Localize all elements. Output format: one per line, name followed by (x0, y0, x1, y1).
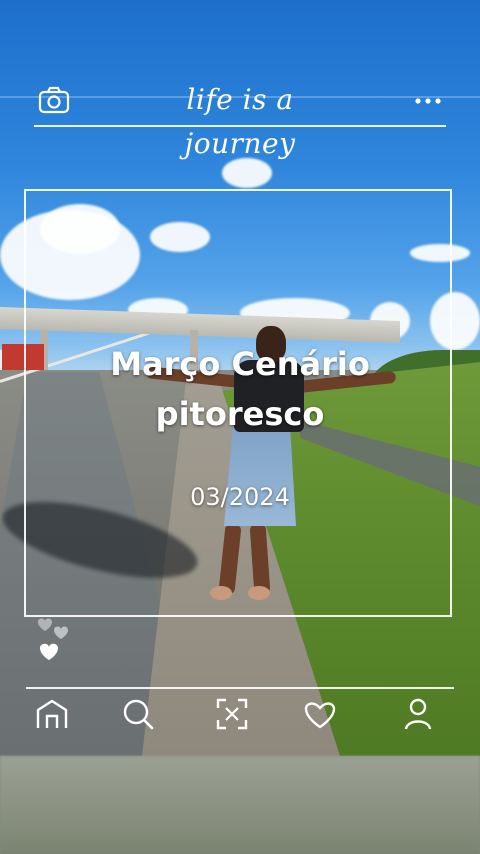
nav-heart-outline-icon[interactable] (302, 696, 338, 732)
app-brand-title: life is a journey (184, 83, 296, 160)
nav-home-icon[interactable] (34, 696, 70, 732)
camera-icon[interactable] (38, 86, 70, 114)
caption-line-2: pitoresco (155, 395, 325, 433)
nav-scan-icon[interactable] (214, 696, 250, 732)
nav-divider (26, 687, 454, 689)
more-dots-icon[interactable] (412, 90, 444, 110)
blurred-footer-area (0, 756, 480, 854)
caption-date: 03/2024 (190, 483, 290, 511)
photo-post-screen: life is a journey Março Cenário pitoresc… (0, 0, 480, 854)
caption-line-1: Março Cenário (110, 345, 370, 383)
nav-search-icon[interactable] (120, 696, 156, 732)
nav-profile-icon[interactable] (400, 696, 436, 732)
heart-icon[interactable] (34, 612, 80, 668)
